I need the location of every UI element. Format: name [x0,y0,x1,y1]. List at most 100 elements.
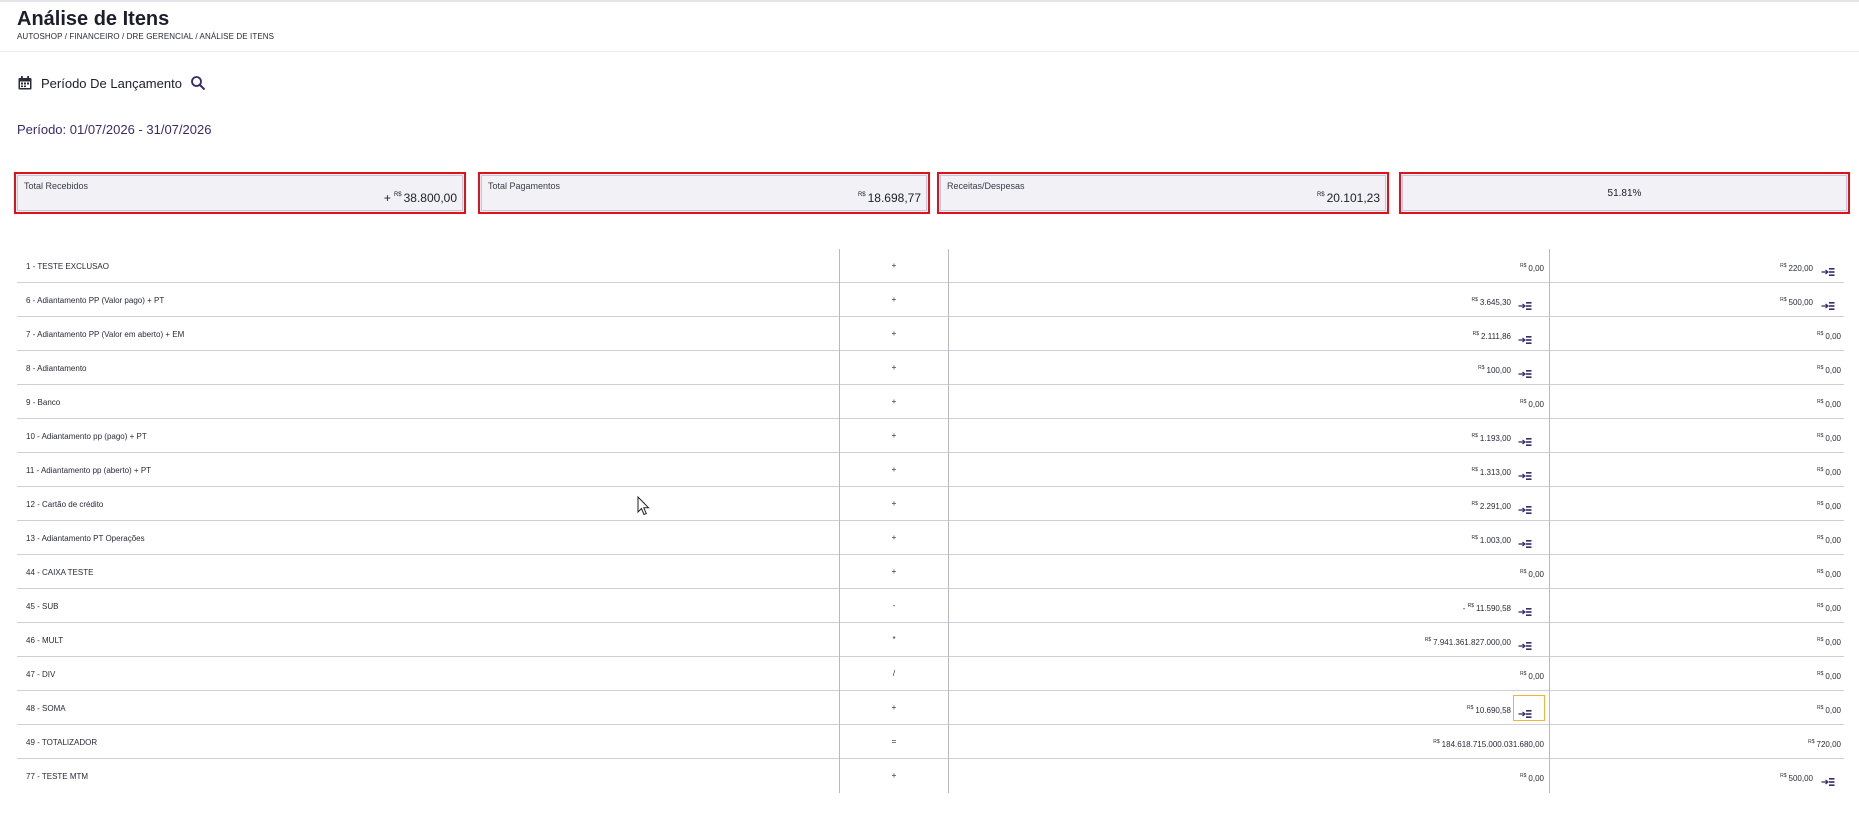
item-value-secondary: R$ 0,00 [1549,589,1844,623]
card-value: R$ 18.698,77 [858,191,921,205]
value-text: R$ 0,00 [1817,603,1841,613]
table-row: 77 - TESTE MTM + R$ 0,00 R$ 500,00 [17,759,1844,793]
drill-down-icon[interactable] [1821,264,1835,276]
currency-symbol: R$ [857,192,866,198]
currency-symbol: R$ [1520,569,1527,575]
table-row: 10 - Adiantamento pp (pago) + PT + R$ 1.193… [17,419,1844,453]
table-row: 6 - Adiantamento PP (Valor pago) + PT + R$… [17,283,1844,317]
item-value-primary: R$ 0,00 [949,385,1549,419]
item-operator: + [839,759,949,793]
table-row: 48 - SOMA + R$ 10.690,58 R$ 0,00 [17,691,1844,725]
currency-symbol: R$ [1471,501,1478,507]
item-value-primary: R$ 0,00 [949,555,1549,589]
calendar-icon[interactable] [17,75,33,91]
value-amount: 0,00 [1528,570,1544,579]
item-operator: - [839,589,949,623]
value-text: R$ 2.291,00 [1471,501,1511,511]
value-text: R$ 0,00 [1817,331,1841,341]
value-amount: 0,00 [1825,468,1841,477]
item-operator: = [839,725,949,759]
item-operator: + [839,283,949,317]
drill-down-icon[interactable] [1821,774,1835,786]
item-name: 48 - SOMA [26,704,66,713]
item-operator: * [839,623,949,657]
value-amount: 2.111,86 [1481,332,1511,341]
drill-down-icon[interactable] [1821,298,1835,310]
value-sign: + [383,191,391,205]
item-value-primary: - R$ 11.590,58 [949,589,1549,623]
item-name: 13 - Adiantamento PT Operações [26,534,145,543]
item-value-secondary: R$ 0,00 [1549,317,1844,351]
item-name: 49 - TOTALIZADOR [26,738,98,747]
currency-symbol: R$ [1316,192,1325,198]
drill-down-icon[interactable] [1518,332,1532,344]
item-value-primary: R$ 3.645,30 [949,283,1549,317]
item-operator: + [839,317,949,351]
item-value-secondary: R$ 0,00 [1549,691,1844,725]
period-filter[interactable]: Período De Lançamento [17,73,206,93]
card-label: Total Recebidos [24,181,89,191]
item-value-primary: R$ 0,00 [949,249,1549,283]
item-value-primary: R$ 1.003,00 [949,521,1549,555]
mouse-cursor-icon [637,496,650,516]
drill-down-icon[interactable] [1518,298,1532,310]
item-value-primary: R$ 0,00 [949,759,1549,793]
value-amount: 0,00 [1825,366,1841,375]
value-amount: 2.291,00 [1479,502,1511,511]
value-text: R$ 0,00 [1520,773,1544,783]
search-icon[interactable] [190,75,206,91]
currency-symbol: R$ [1520,399,1527,405]
currency-symbol: R$ [1817,399,1824,405]
currency-symbol: R$ [1780,263,1787,269]
item-value-secondary: R$ 220,00 [1549,249,1844,283]
value-amount: 0,00 [1825,706,1841,715]
item-name: 9 - Banco [26,398,61,407]
item-value-primary: R$ 10.690,58 [949,691,1549,725]
currency-symbol: R$ [1471,467,1478,473]
drill-down-icon[interactable] [1518,502,1532,514]
item-value-primary: R$ 2.291,00 [949,487,1549,521]
drill-down-icon[interactable] [1518,536,1532,548]
drill-down-icon[interactable] [1518,706,1532,718]
item-name: 10 - Adiantamento pp (pago) + PT [26,432,147,441]
items-table: 1 - TESTE EXCLUSAO + R$ 0,00 R$ 220,00 6 - Adi… [17,249,1844,793]
value-amount: 0,00 [1825,434,1841,443]
value-text: R$ 0,00 [1817,467,1841,477]
currency-symbol: R$ [1471,433,1478,439]
item-name: 46 - MULT [26,636,64,645]
value-amount: 184.618.715.000.031.680,00 [1441,740,1544,749]
item-value-primary: R$ 184.618.715.000.031.680,00 [949,725,1549,759]
value-amount: 0,00 [1825,604,1841,613]
item-name: 12 - Cartão de crédito [26,500,104,509]
breadcrumb: AUTOSHOP / FINANCEIRO / DRE GERENCIAL / … [17,32,275,41]
drill-down-icon[interactable] [1518,638,1532,650]
drill-down-icon[interactable] [1518,366,1532,378]
drill-down-icon[interactable] [1518,434,1532,446]
value-text: R$ 220,00 [1780,263,1813,273]
value-amount: 0,00 [1825,672,1841,681]
table-row: 47 - DIV / R$ 0,00 R$ 0,00 [17,657,1844,691]
item-value-primary: R$ 0,00 [949,657,1549,691]
card-receitas-despesas: Receitas/Despesas R$ 20.101,23 [937,172,1389,214]
item-value-secondary: R$ 0,00 [1549,623,1844,657]
table-row: 46 - MULT * R$ 7.941.361.827.000,00 R$ 0,00 [17,623,1844,657]
currency-symbol: R$ [1817,365,1824,371]
value-amount: 720,00 [1816,740,1841,749]
value-amount: 0,00 [1528,672,1544,681]
item-value-primary: R$ 1.313,00 [949,453,1549,487]
currency-symbol: R$ [1467,603,1474,609]
drill-down-icon[interactable] [1518,604,1532,616]
item-name: 77 - TESTE MTM [26,772,89,781]
currency-symbol: R$ [1780,297,1787,303]
value-text: R$ 1.003,00 [1471,535,1511,545]
value-text: R$ 720,00 [1808,739,1841,749]
value-amount: 0,00 [1825,536,1841,545]
table-row: 13 - Adiantamento PT Operações + R$ 1.003,0… [17,521,1844,555]
value-amount: 11.590,58 [1476,604,1511,613]
value-amount: 1.003,00 [1479,536,1511,545]
value-text: R$ 0,00 [1520,569,1544,579]
value-amount: 500,00 [1788,298,1813,307]
value-text: R$ 2.111,86 [1473,331,1511,341]
value-text: R$ 1.313,00 [1471,467,1511,477]
drill-down-icon[interactable] [1518,468,1532,480]
